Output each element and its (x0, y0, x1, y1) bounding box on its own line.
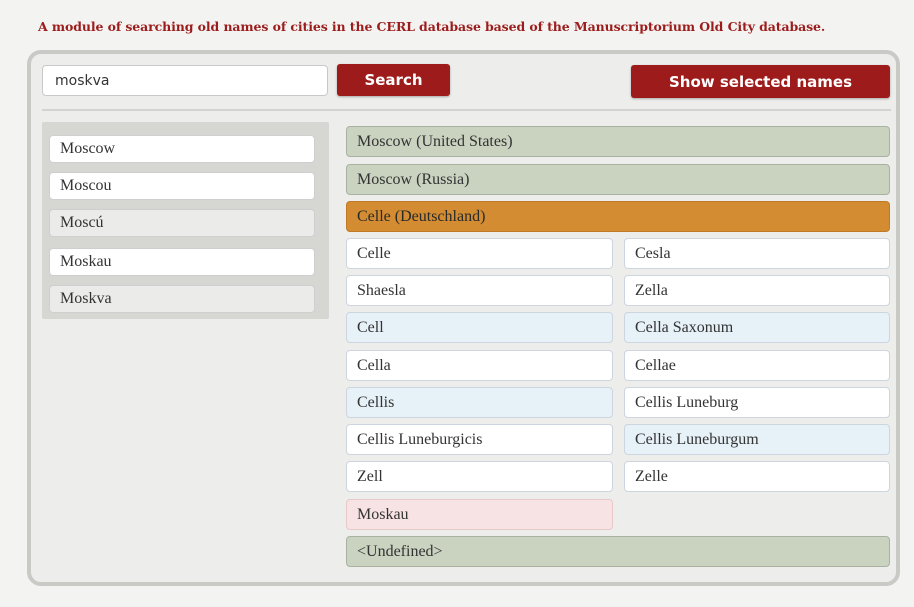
search-button[interactable]: Search (337, 64, 450, 96)
variant-cell[interactable]: Cell (346, 312, 613, 343)
variant-cellis-luneburgum[interactable]: Cellis Luneburgum (624, 424, 890, 455)
group-undefined[interactable]: <Undefined> (346, 536, 890, 567)
variant-cellae[interactable]: Cellae (624, 350, 890, 381)
group-moscow-russia[interactable]: Moscow (Russia) (346, 164, 890, 195)
variant-shaesla[interactable]: Shaesla (346, 275, 613, 306)
variant-zella[interactable]: Zella (624, 275, 890, 306)
variant-zelle[interactable]: Zelle (624, 461, 890, 492)
name-item-moskau[interactable]: Moskau (49, 248, 315, 276)
divider (42, 109, 891, 111)
show-selected-names-button[interactable]: Show selected names (631, 65, 890, 98)
variant-celle[interactable]: Celle (346, 238, 613, 269)
group-moscow-united-states[interactable]: Moscow (United States) (346, 126, 890, 157)
name-item-moscow[interactable]: Moscow (49, 135, 315, 163)
name-item-moscou[interactable]: Moscou (49, 172, 315, 200)
variant-cellis-luneburgicis[interactable]: Cellis Luneburgicis (346, 424, 613, 455)
name-item-moscu[interactable]: Moscú (49, 209, 315, 237)
variant-cella[interactable]: Cella (346, 350, 613, 381)
variant-moskau[interactable]: Moskau (346, 499, 613, 530)
variant-cella-saxonum[interactable]: Cella Saxonum (624, 312, 890, 343)
variant-cellis[interactable]: Cellis (346, 387, 613, 418)
search-input[interactable] (42, 65, 328, 96)
variant-zell[interactable]: Zell (346, 461, 613, 492)
page-heading: A module of searching old names of citie… (38, 19, 826, 34)
name-item-moskva[interactable]: Moskva (49, 285, 315, 313)
variant-cellis-luneburg[interactable]: Cellis Luneburg (624, 387, 890, 418)
variant-cesla[interactable]: Cesla (624, 238, 890, 269)
group-celle-deutschland[interactable]: Celle (Deutschland) (346, 201, 890, 232)
